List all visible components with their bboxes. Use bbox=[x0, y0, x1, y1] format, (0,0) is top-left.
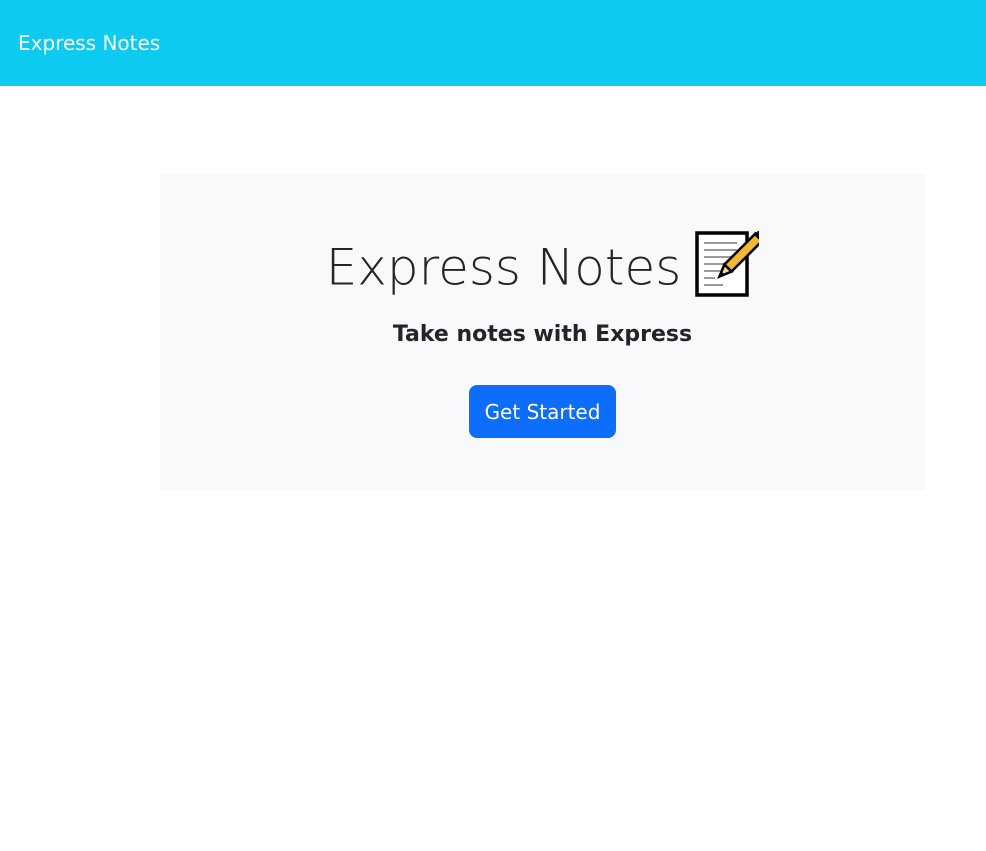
navbar-brand-link[interactable]: Express Notes bbox=[18, 31, 160, 55]
navbar: Express Notes bbox=[0, 0, 986, 86]
hero-title: Express Notes bbox=[160, 226, 925, 306]
hero-jumbotron: Express Notes Take notes with Express Ge… bbox=[160, 174, 925, 490]
hero-title-text: Express Notes bbox=[325, 238, 682, 297]
memo-icon bbox=[695, 230, 760, 297]
hero-subtitle: Take notes with Express bbox=[392, 322, 693, 347]
get-started-button[interactable]: Get Started bbox=[469, 385, 616, 438]
